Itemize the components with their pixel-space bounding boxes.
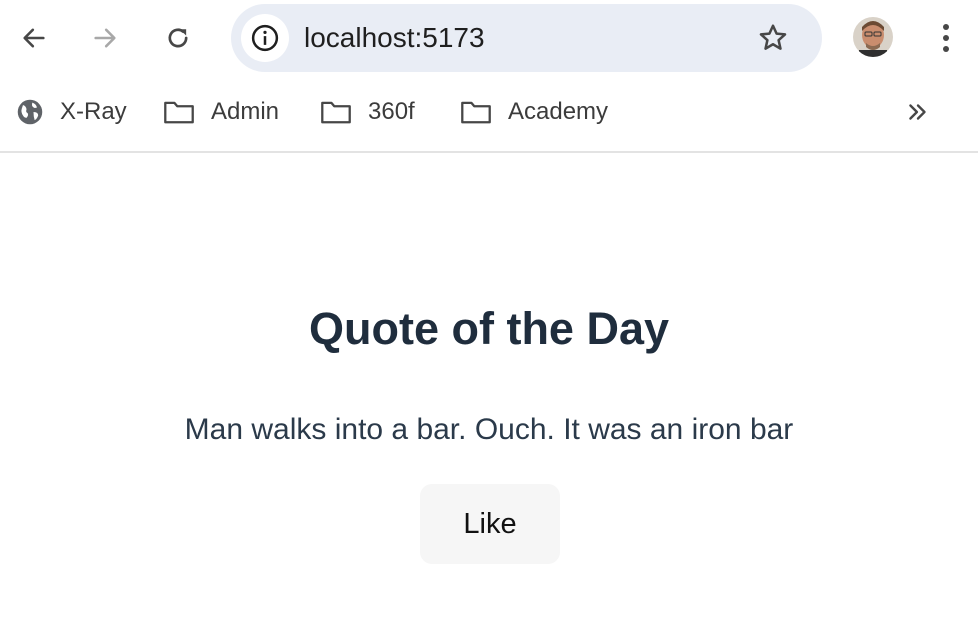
info-icon [251, 24, 279, 52]
bookmarks-overflow-button[interactable] [898, 94, 938, 130]
avatar-icon [853, 17, 893, 57]
bookmark-label: Academy [508, 98, 609, 125]
arrow-right-icon [94, 28, 116, 48]
like-button[interactable]: Like [420, 484, 560, 564]
more-vertical-icon [943, 24, 949, 52]
folder-icon [460, 98, 492, 126]
double-chevron-right-icon [909, 104, 926, 120]
bookmark-admin[interactable]: Admin [163, 94, 279, 130]
arrow-left-icon [23, 28, 45, 48]
profile-avatar[interactable] [853, 17, 893, 57]
browser-menu-button[interactable] [926, 18, 966, 58]
page-content: Quote of the Day Man walks into a bar. O… [0, 153, 978, 630]
bookmarks-bar: X-Ray Admin 360f Academy [0, 86, 978, 138]
reload-icon [168, 28, 188, 48]
globe-icon [16, 98, 44, 126]
bookmark-360f[interactable]: 360f [320, 94, 415, 130]
browser-toolbar: localhost:5173 [0, 0, 978, 78]
browser-chrome: localhost:5173 X-Ray Admin 360f Academy [0, 0, 978, 153]
forward-button[interactable] [85, 18, 125, 58]
folder-icon [320, 98, 352, 126]
star-icon [759, 24, 787, 50]
bookmark-label: X-Ray [60, 98, 127, 125]
bookmark-x-ray[interactable]: X-Ray [16, 94, 127, 130]
back-button[interactable] [14, 18, 54, 58]
quote-text: Man walks into a bar. Ouch. It was an ir… [184, 413, 794, 446]
folder-icon [163, 98, 195, 126]
reload-button[interactable] [158, 18, 198, 58]
bookmark-label: Admin [211, 98, 280, 125]
site-info-button[interactable] [241, 14, 289, 62]
url-text[interactable]: localhost:5173 [304, 21, 485, 55]
bookmark-label: 360f [368, 98, 415, 125]
bookmark-academy[interactable]: Academy [460, 94, 608, 130]
bookmark-star-button[interactable] [753, 18, 793, 58]
address-bar[interactable]: localhost:5173 [231, 4, 822, 72]
page-title: Quote of the Day [308, 303, 670, 354]
